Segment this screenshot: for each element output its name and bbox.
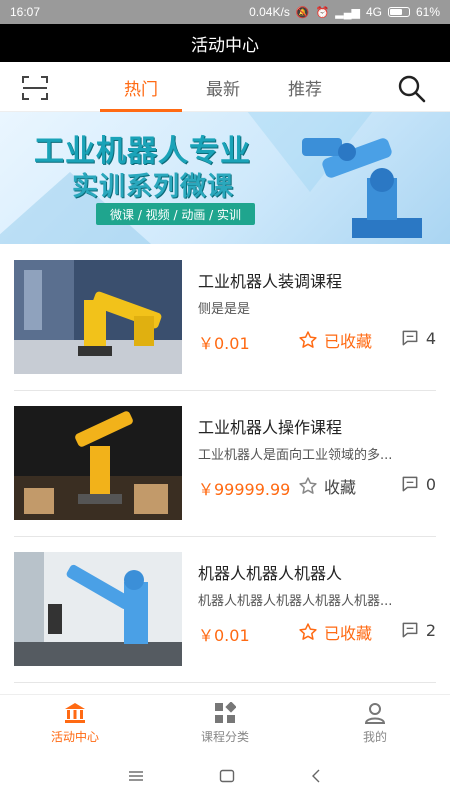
promo-banner[interactable]: 工业机器人专业 实训系列微课 微课 / 视频 / 动画 / 实训 xyxy=(0,112,450,244)
tab-recommend[interactable]: 推荐 xyxy=(264,62,346,112)
battery-level: 61% xyxy=(415,5,440,19)
status-bar: 16:07 0.04K/s 🔕 ⏰ ▂▄▆ 4G 61% xyxy=(0,0,450,24)
course-description: 机器人机器人机器人机器人机器... xyxy=(198,594,393,609)
title-bar: 活动中心 xyxy=(0,24,450,62)
nav-label: 活动中心 xyxy=(50,730,99,744)
course-description: 侧是是是 xyxy=(198,302,251,317)
course-price: ￥0.01 xyxy=(198,334,250,353)
back-icon[interactable] xyxy=(310,769,322,783)
banner-subtitle: 实训系列微课 xyxy=(72,172,235,202)
tab-latest-label: 最新 xyxy=(206,79,240,100)
comment-count-value: 2 xyxy=(425,620,436,640)
home-icon[interactable] xyxy=(219,769,235,783)
course-price: ￥99999.99 xyxy=(198,480,291,499)
search-button[interactable] xyxy=(398,75,426,103)
search-icon xyxy=(398,75,426,103)
page-title: 活动中心 xyxy=(191,35,259,56)
course-description: 工业机器人是面向工业领域的多... xyxy=(198,448,393,463)
divider xyxy=(14,390,436,391)
favorite-button[interactable]: 收藏 xyxy=(298,474,356,498)
tab-list: 热门 最新 推荐 xyxy=(100,62,346,112)
robot-arm-image xyxy=(302,138,422,238)
nav-activity-center[interactable]: 活动中心 xyxy=(0,695,150,752)
favorite-label: 已收藏 xyxy=(324,332,373,351)
tab-recommend-label: 推荐 xyxy=(288,79,322,100)
scan-button[interactable] xyxy=(22,76,48,100)
star-outline-icon xyxy=(299,477,317,494)
course-title: 工业机器人装调课程 xyxy=(198,272,343,291)
course-title: 工业机器人操作课程 xyxy=(198,418,343,437)
nav-label: 我的 xyxy=(362,730,387,744)
divider xyxy=(14,682,436,683)
course-title: 机器人机器人机器人 xyxy=(198,564,343,583)
comment-icon xyxy=(402,622,418,638)
nav-mine[interactable]: 我的 xyxy=(300,695,450,752)
course-price: ￥0.01 xyxy=(198,626,250,645)
tab-bar: 热门 最新 推荐 xyxy=(0,62,450,112)
tab-hot-label: 热门 xyxy=(124,79,158,100)
system-nav-bar xyxy=(0,752,450,800)
category-icon xyxy=(215,702,236,723)
building-icon xyxy=(65,703,85,723)
star-outline-icon xyxy=(299,331,317,348)
comment-count[interactable]: 0 xyxy=(400,474,436,494)
menu-icon[interactable] xyxy=(128,770,144,782)
comment-icon xyxy=(402,476,418,492)
favorite-button[interactable]: 已收藏 xyxy=(298,328,372,352)
favorite-button[interactable]: 已收藏 xyxy=(298,620,372,644)
signal-icon: ▂▄▆ xyxy=(335,6,360,19)
alarm-icon: ⏰ xyxy=(315,6,330,19)
comment-count[interactable]: 4 xyxy=(400,328,436,348)
comment-icon xyxy=(402,330,418,346)
star-outline-icon xyxy=(299,623,317,640)
mute-icon: 🔕 xyxy=(295,6,310,19)
banner-title: 工业机器人专业 xyxy=(34,134,251,169)
banner-tags: 微课 / 视频 / 动画 / 实训 xyxy=(96,203,256,225)
favorite-label: 收藏 xyxy=(324,478,357,497)
course-thumbnail xyxy=(14,552,182,666)
nav-course-category[interactable]: 课程分类 xyxy=(150,695,300,752)
status-time: 16:07 xyxy=(10,5,41,19)
bottom-nav: 活动中心 课程分类 我的 xyxy=(0,694,450,752)
nav-label: 课程分类 xyxy=(200,730,249,744)
course-thumbnail xyxy=(14,406,182,520)
course-card[interactable]: 机器人机器人机器人 机器人机器人机器人机器人机器... ￥0.01 已收藏 2 xyxy=(14,552,436,666)
tab-hot[interactable]: 热门 xyxy=(100,62,182,112)
battery-icon xyxy=(387,7,410,17)
user-icon xyxy=(364,703,386,724)
network-type: 4G xyxy=(365,5,382,19)
favorite-label: 已收藏 xyxy=(324,624,373,643)
network-speed: 0.04K/s xyxy=(249,5,290,19)
course-card[interactable]: 工业机器人装调课程 侧是是是 ￥0.01 已收藏 4 xyxy=(14,260,436,374)
scan-icon xyxy=(22,76,48,100)
course-card[interactable]: 工业机器人操作课程 工业机器人是面向工业领域的多... ￥99999.99 收藏… xyxy=(14,406,436,520)
comment-count-value: 0 xyxy=(425,474,436,494)
comment-count-value: 4 xyxy=(425,328,436,348)
comment-count[interactable]: 2 xyxy=(400,620,436,640)
divider xyxy=(14,536,436,537)
tab-latest[interactable]: 最新 xyxy=(182,62,264,112)
course-thumbnail xyxy=(14,260,182,374)
